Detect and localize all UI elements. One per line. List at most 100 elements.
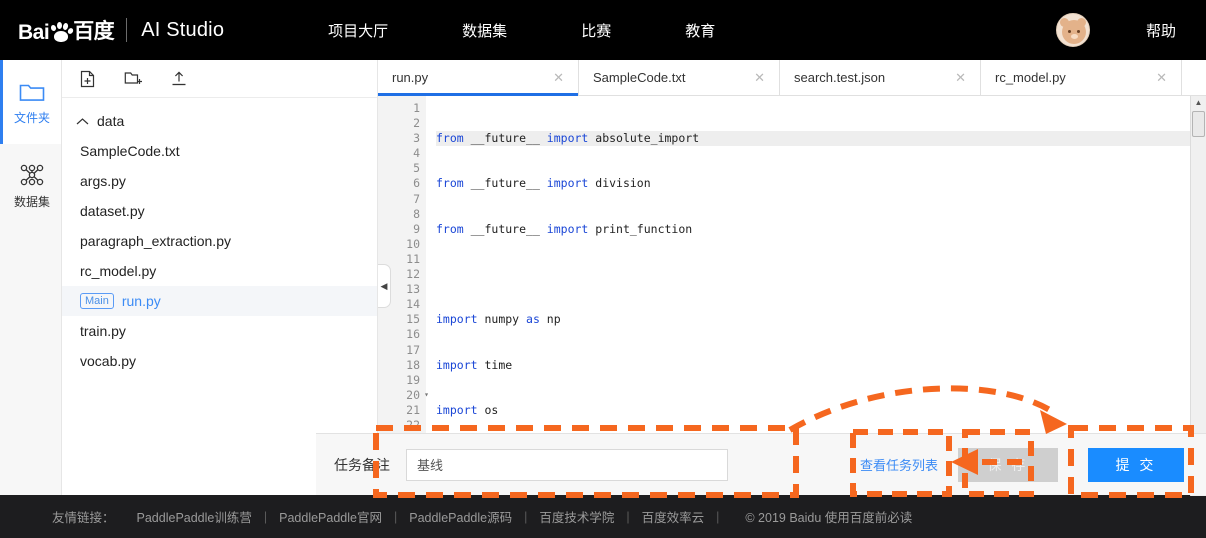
editor-vertical-scrollbar[interactable]: ▲ ▼ [1190,96,1206,477]
line-number: 18 [406,357,420,372]
nav-item-datasets[interactable]: 数据集 [462,20,507,41]
close-icon[interactable]: ✕ [754,70,765,86]
help-link[interactable]: 帮助 [1146,20,1176,41]
file-tree: data SampleCode.txt args.py dataset.py p… [62,98,377,376]
line-number: 2 [413,116,420,131]
file-row[interactable]: args.py [62,166,377,196]
line-number: 17 [406,342,420,357]
file-tree-folder-label: data [97,113,125,129]
remark-input[interactable] [406,448,728,481]
footer-link-source-code[interactable]: PaddlePaddle源码 [409,507,512,526]
nav-item-projects[interactable]: 项目大厅 [328,20,388,41]
code-line: from __future__ import division [436,176,651,191]
left-rail: 文件夹 数据集 [0,60,62,495]
code-editor[interactable]: ◀ 1 2 3 4 5 6 7 8 9 10 11 12 13 14 15 16… [378,96,1206,477]
file-row[interactable]: vocab.py [62,346,377,376]
close-icon[interactable]: ✕ [955,70,966,86]
new-folder-icon[interactable] [122,68,144,90]
footer-link-efficiency-cloud[interactable]: 百度效率云 [642,507,705,526]
file-toolbar [62,60,377,98]
footer-copyright: © 2019 Baidu 使用百度前必读 [745,511,913,525]
line-number: 9 [413,221,420,236]
rail-item-dataset-label: 数据集 [13,195,50,209]
file-name: vocab.py [80,353,137,369]
code-content[interactable]: from __future__ import absolute_import f… [426,96,1190,477]
rail-item-dataset[interactable]: 数据集 [0,144,61,228]
scroll-up-arrow-icon[interactable]: ▲ [1195,98,1203,107]
code-line: import numpy as np [436,312,561,327]
save-button[interactable]: 保 存 [958,447,1058,482]
file-row[interactable]: rc_model.py [62,256,377,286]
file-name: args.py [80,173,126,189]
tab-label: rc_model.py [995,70,1066,85]
vertical-scroll-track[interactable] [1191,107,1206,466]
line-number: 5 [413,161,420,176]
tab-label: SampleCode.txt [593,70,686,85]
line-number: 10 [406,236,420,251]
brand-logo[interactable]: Bai 百度 AI Studio [18,15,224,45]
file-row[interactable]: paragraph_extraction.py [62,226,377,256]
file-row[interactable]: SampleCode.txt [62,136,377,166]
vertical-scroll-thumb[interactable] [1192,111,1205,137]
brand-divider [126,18,128,42]
line-number: 1 [413,101,420,115]
nav-item-education[interactable]: 教育 [685,20,715,41]
top-navigation-bar: Bai 百度 AI Studio 项目大厅 数据集 比赛 教育 帮助 [0,0,1206,60]
code-line: import os [436,402,499,417]
submit-button[interactable]: 提 交 [1088,447,1184,482]
collapse-left-icon[interactable]: ◀ [378,264,391,308]
dataset-nodes-icon [19,164,45,189]
line-number: 4 [413,146,420,161]
code-line: from __future__ import print_function [436,221,693,236]
footer: 友情链接： PaddlePaddle训练营 | PaddlePaddle官网 |… [0,495,1206,538]
file-row-run-py[interactable]: Main run.py [62,286,377,316]
line-number: 19 [406,372,420,387]
footer-link-baidu-academy[interactable]: 百度技术学院 [539,507,614,526]
close-icon[interactable]: ✕ [1156,70,1167,86]
tab-run-py[interactable]: run.py ✕ [378,60,579,96]
file-name: SampleCode.txt [80,143,180,159]
line-number: 3 [413,131,420,146]
file-tree-folder-data[interactable]: data [62,106,377,136]
file-name: paragraph_extraction.py [80,233,231,249]
line-number: 6 [413,176,420,191]
workspace: 文件夹 数据集 data SampleCode.txt args.py data… [0,60,1206,496]
remark-label: 任务备注 [334,456,390,473]
nav-right-group: 帮助 [1055,0,1206,60]
code-line: import time [436,357,513,372]
chevron-up-icon [76,117,89,126]
tab-rc-model-py[interactable]: rc_model.py ✕ [981,60,1182,95]
footer-link-training-camp[interactable]: PaddlePaddle训练营 [137,507,252,526]
tab-label: search.test.json [794,70,886,85]
footer-link-official-site[interactable]: PaddlePaddle官网 [279,507,382,526]
baidu-logo-latin: Bai [18,21,50,44]
main-badge: Main [80,293,114,309]
footer-separator: | [716,509,720,524]
rail-item-folder-label: 文件夹 [13,110,50,125]
view-task-list-link[interactable]: 查看任务列表 [860,455,938,474]
nav-item-competitions[interactable]: 比赛 [581,20,611,41]
rail-item-folder[interactable]: 文件夹 [0,60,61,144]
footer-separator: | [393,509,398,524]
new-file-icon[interactable] [76,68,98,90]
file-name: dataset.py [80,203,145,219]
avatar[interactable] [1055,13,1090,47]
tab-samplecode-txt[interactable]: SampleCode.txt ✕ [579,60,780,95]
close-icon[interactable]: ✕ [553,70,564,86]
file-row[interactable]: dataset.py [62,196,377,226]
tab-search-test-json[interactable]: search.test.json ✕ [780,60,981,95]
line-number: 15 [406,312,420,327]
file-name: run.py [121,293,161,309]
footer-separator: | [524,509,528,524]
file-name: train.py [80,323,126,339]
file-row[interactable]: train.py [62,316,377,346]
footer-lead: 友情链接： [52,511,115,525]
task-action-bar: 任务备注 查看任务列表 保 存 提 交 [316,433,1206,495]
baidu-paw-icon [50,22,75,44]
upload-icon[interactable] [168,68,190,90]
footer-separator: | [626,509,630,524]
line-number: 8 [413,206,420,221]
product-name: AI Studio [141,18,225,41]
line-number-foldable[interactable]: 20 [378,387,429,403]
